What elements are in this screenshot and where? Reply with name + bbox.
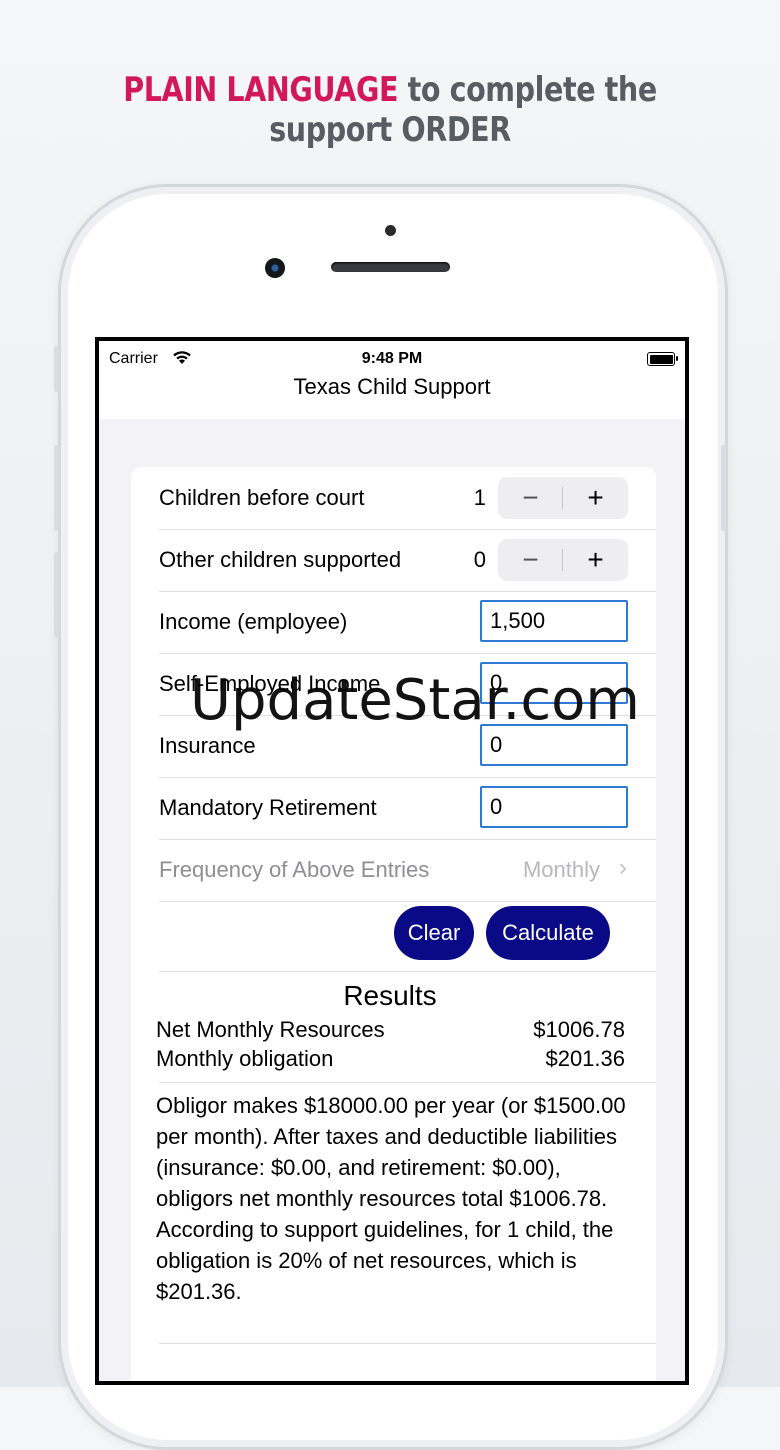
- chevron-right-icon: ›: [619, 854, 627, 881]
- phone-volume-down: [54, 552, 59, 638]
- status-bar: Carrier 9:48 PM: [99, 341, 685, 373]
- self-employed-label: Self-Employed Income: [159, 671, 381, 696]
- children-before-court-stepper: − +: [498, 477, 628, 519]
- insurance-label: Insurance: [159, 733, 256, 758]
- results-title: Results: [343, 980, 437, 1011]
- phone-side-button: [54, 346, 59, 392]
- clear-button[interactable]: Clear: [394, 906, 474, 960]
- other-children-decrement-button[interactable]: −: [498, 539, 563, 581]
- row-income-employee: Income (employee): [159, 591, 656, 654]
- monthly-obligation-value: $201.36: [545, 1046, 625, 1071]
- row-insurance: Insurance: [159, 715, 656, 778]
- retirement-label: Mandatory Retirement: [159, 795, 377, 820]
- other-children-stepper: − +: [498, 539, 628, 581]
- children-before-court-label: Children before court: [159, 485, 365, 510]
- monthly-obligation-label: Monthly obligation: [156, 1046, 334, 1071]
- row-other-children: Other children supported 0 − +: [159, 529, 656, 592]
- other-children-label: Other children supported: [159, 547, 402, 572]
- front-camera-icon: [265, 258, 285, 278]
- other-children-increment-button[interactable]: +: [563, 539, 628, 581]
- frequency-value[interactable]: Monthly: [523, 857, 600, 883]
- nav-title: Texas Child Support: [293, 374, 491, 399]
- retirement-input[interactable]: [480, 786, 628, 828]
- children-before-court-decrement-button[interactable]: −: [498, 477, 563, 519]
- row-children-before-court: Children before court 1 − +: [159, 467, 656, 530]
- frequency-label: Frequency of Above Entries: [159, 857, 430, 882]
- children-before-court-value: 1: [473, 485, 486, 510]
- income-employee-label: Income (employee): [159, 609, 348, 634]
- clock: 9:48 PM: [361, 350, 423, 367]
- headline: PLAIN LANGUAGE to complete the support O…: [62, 70, 717, 150]
- insurance-input[interactable]: [480, 724, 628, 766]
- calculate-button[interactable]: Calculate: [486, 906, 610, 960]
- net-monthly-resources-row: Net Monthly Resources $1006.78: [156, 1017, 625, 1043]
- net-monthly-resources-label: Net Monthly Resources: [156, 1017, 385, 1042]
- headline-highlight: PLAIN LANGUAGE: [123, 70, 399, 110]
- row-retirement: Mandatory Retirement: [159, 777, 656, 840]
- income-employee-input[interactable]: [480, 600, 628, 642]
- phone-power-button: [721, 445, 726, 531]
- results-summary-text: Obligor makes $18000.00 per year (or $15…: [156, 1093, 626, 1304]
- row-frequency[interactable]: Frequency of Above Entries Monthly ›: [159, 839, 656, 902]
- children-before-court-increment-button[interactable]: +: [563, 477, 628, 519]
- net-monthly-resources-value: $1006.78: [533, 1017, 625, 1042]
- earpiece-speaker: [331, 262, 450, 272]
- monthly-obligation-row: Monthly obligation $201.36: [156, 1046, 625, 1072]
- phone-volume-up: [54, 445, 59, 531]
- navigation-bar: Texas Child Support: [99, 373, 685, 419]
- proximity-sensor: [385, 225, 396, 236]
- other-children-value: 0: [473, 547, 486, 572]
- battery-icon: [647, 352, 678, 366]
- row-self-employed: Self-Employed Income: [159, 653, 656, 716]
- self-employed-input[interactable]: [480, 662, 628, 704]
